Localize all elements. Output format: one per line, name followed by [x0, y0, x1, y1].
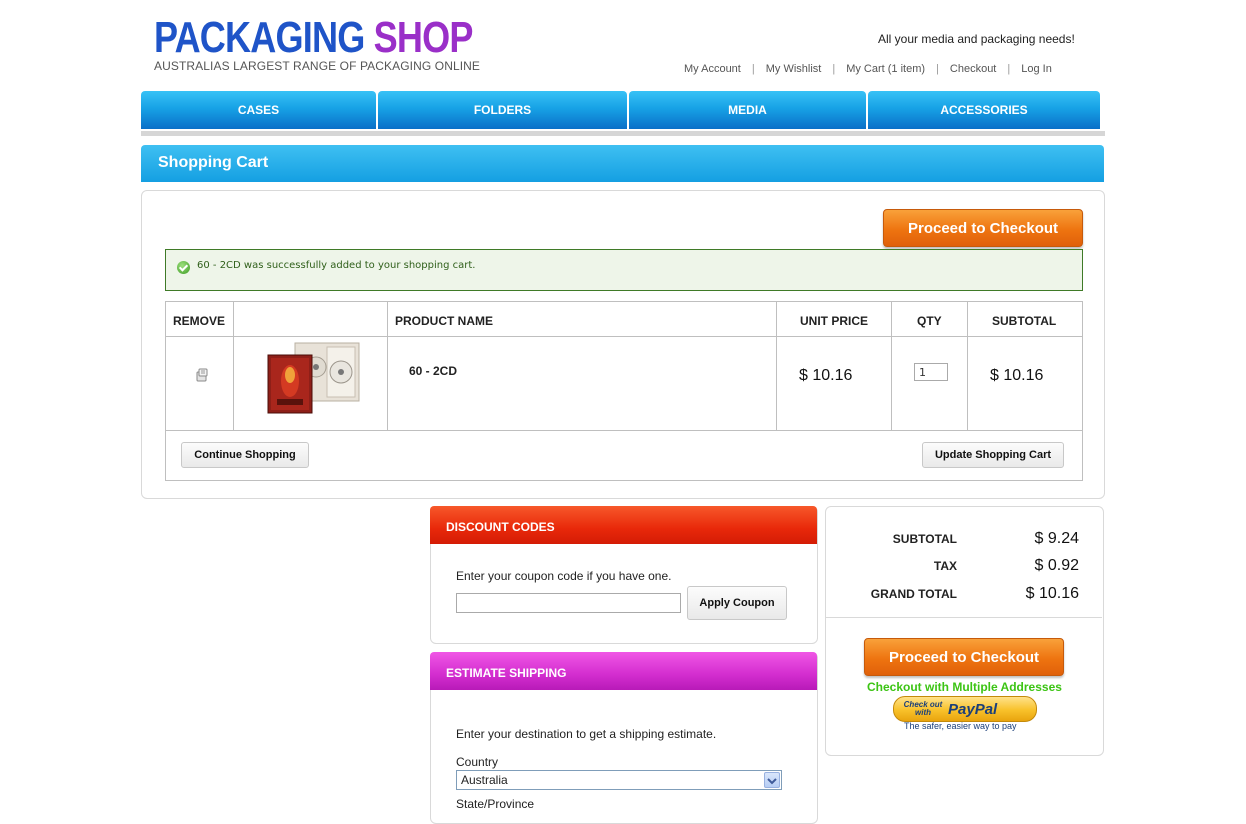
- country-select[interactable]: Australia: [456, 770, 782, 790]
- tax-label: TAX: [933, 559, 957, 573]
- country-selected-value: Australia: [461, 773, 508, 787]
- link-separator: |: [832, 63, 836, 75]
- logo-subtitle: AUSTRALIAS LARGEST RANGE OF PACKAGING ON…: [154, 59, 481, 73]
- update-shopping-cart-button[interactable]: Update Shopping Cart: [922, 442, 1064, 468]
- site-logo[interactable]: PACKAGING SHOP: [154, 14, 473, 62]
- paypal-logo: PayPal: [948, 700, 998, 718]
- column-divider: [387, 302, 388, 430]
- totals-divider: [826, 617, 1102, 618]
- cart-title-bar: [141, 145, 1104, 182]
- link-log-in[interactable]: Log In: [1021, 63, 1052, 75]
- logo-word-packaging: PACKAGING: [154, 13, 365, 62]
- country-label: Country: [456, 755, 499, 769]
- product-image[interactable]: [267, 341, 361, 415]
- link-separator: |: [936, 63, 939, 75]
- success-check-icon: [177, 261, 190, 274]
- link-my-account[interactable]: My Account: [684, 63, 741, 75]
- link-separator: |: [1007, 63, 1011, 75]
- link-checkout[interactable]: Checkout: [950, 63, 996, 75]
- column-divider: [233, 302, 234, 430]
- table-footer-divider: [166, 430, 1082, 431]
- state-province-label: State/Province: [456, 797, 535, 811]
- chevron-down-icon[interactable]: [764, 772, 780, 788]
- shipping-prompt: Enter your destination to get a shipping…: [456, 727, 717, 741]
- subtotal-label: SUBTOTAL: [892, 532, 957, 546]
- grand-total-label: GRAND TOTAL: [870, 587, 957, 601]
- column-divider: [967, 302, 968, 430]
- site-tagline: All your media and packaging needs!: [878, 32, 1075, 46]
- shipping-title: ESTIMATE SHIPPING: [446, 666, 567, 680]
- column-header-unit-price: UNIT PRICE: [800, 314, 869, 328]
- paypal-checkout-button[interactable]: Check out with PayPal: [893, 696, 1037, 722]
- nav-tab-cases[interactable]: CASES: [141, 91, 376, 129]
- subtotal-value: $ 9.24: [1034, 530, 1079, 547]
- column-header-qty: QTY: [917, 314, 942, 328]
- unit-price: $ 10.16: [799, 367, 853, 384]
- checkout-multiple-addresses-link[interactable]: Checkout with Multiple Addresses: [867, 680, 1062, 694]
- grand-total-value: $ 10.16: [1025, 585, 1079, 602]
- product-name-link[interactable]: 60 - 2CD: [409, 364, 457, 378]
- proceed-to-checkout-button[interactable]: Proceed to Checkout: [883, 209, 1083, 247]
- nav-tab-folders[interactable]: FOLDERS: [378, 91, 627, 129]
- page-title: Shopping Cart: [158, 154, 269, 171]
- apply-coupon-button[interactable]: Apply Coupon: [687, 586, 787, 620]
- column-divider: [776, 302, 777, 430]
- link-my-wishlist[interactable]: My Wishlist: [766, 63, 822, 75]
- remove-item-icon[interactable]: [194, 367, 210, 383]
- link-my-cart[interactable]: My Cart (1 item): [846, 63, 925, 75]
- success-message: 60 - 2CD was successfully added to your …: [197, 260, 476, 271]
- column-divider: [891, 302, 892, 430]
- coupon-prompt: Enter your coupon code if you have one.: [456, 569, 672, 583]
- quantity-input[interactable]: [914, 363, 948, 381]
- nav-divider: [141, 131, 1105, 136]
- paypal-tagline: The safer, easier way to pay: [904, 721, 1017, 731]
- discount-title: DISCOUNT CODES: [446, 520, 555, 534]
- item-subtotal: $ 10.16: [990, 367, 1044, 384]
- column-header-product-name: PRODUCT NAME: [395, 314, 493, 328]
- proceed-to-checkout-button-bottom[interactable]: Proceed to Checkout: [864, 638, 1064, 676]
- table-header-divider: [166, 336, 1082, 337]
- nav-tab-accessories[interactable]: ACCESSORIES: [868, 91, 1100, 129]
- tax-value: $ 0.92: [1034, 557, 1079, 574]
- paypal-small-text: Check out with: [903, 700, 943, 717]
- nav-tab-media[interactable]: MEDIA: [629, 91, 866, 129]
- account-links: My Account | My Wishlist | My Cart (1 item…: [684, 63, 1052, 75]
- logo-word-shop: SHOP: [373, 13, 474, 62]
- column-header-remove: REMOVE: [173, 314, 226, 328]
- link-separator: |: [751, 63, 755, 75]
- column-header-subtotal: SUBTOTAL: [992, 314, 1057, 328]
- continue-shopping-button[interactable]: Continue Shopping: [181, 442, 309, 468]
- coupon-code-input[interactable]: [456, 593, 681, 613]
